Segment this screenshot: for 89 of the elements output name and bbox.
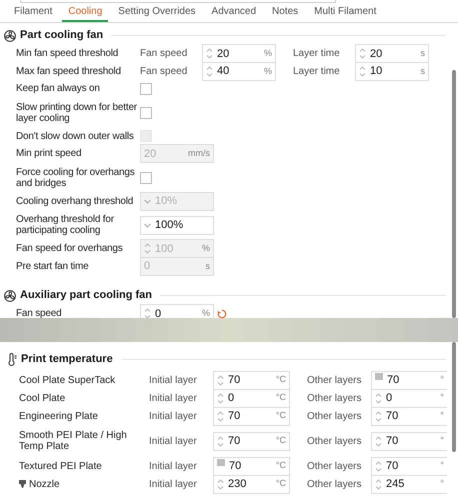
chevron-icon [144, 198, 151, 204]
field-label: Fan speed for overhangs [16, 243, 124, 254]
field-caption: Layer time [293, 64, 341, 79]
field-caption: Fan speed [140, 47, 188, 62]
lock-icon [375, 372, 383, 380]
number-field[interactable]: 70 ° [371, 432, 447, 450]
field-caption: Initial layer [149, 392, 198, 406]
field-caption: Other layers [307, 478, 362, 492]
number-field[interactable]: 70 °C [213, 456, 290, 476]
field-caption: Other layers [307, 374, 362, 388]
tab[interactable]: Multi Filament [308, 2, 382, 22]
tab[interactable]: Filament [8, 2, 58, 22]
number-field[interactable]: 20 % [202, 44, 276, 64]
spinner-icon[interactable] [375, 410, 382, 422]
field-label: Keep fan always on [16, 83, 101, 94]
field-label: Max fan speed threshold [16, 66, 122, 77]
field-label: Overhang threshold for participating cooling [16, 214, 115, 236]
field-label: Min fan speed threshold [16, 48, 120, 60]
tab[interactable]: Setting Overrides [112, 2, 202, 22]
number-field[interactable]: 70 ° [371, 456, 447, 476]
number-field[interactable]: 10 s [355, 62, 429, 81]
number-field[interactable]: 245 ° [371, 474, 447, 494]
spinner-icon[interactable] [375, 478, 382, 490]
field-caption: Initial layer [149, 434, 198, 448]
spinner-icon[interactable] [217, 392, 224, 404]
field-caption: Other layers [307, 460, 362, 474]
thermometer-icon [8, 353, 17, 366]
checkbox[interactable] [140, 82, 152, 95]
tab[interactable]: Cooling [62, 2, 108, 22]
field-caption: Other layers [307, 392, 362, 406]
number-field[interactable]: 70 ° [371, 370, 447, 390]
section-title: Print temperature [21, 352, 113, 368]
nozzle-icon [19, 480, 26, 488]
field-label: Force cooling for overhangs and bridges [16, 166, 136, 188]
field-caption: Initial layer [149, 410, 198, 424]
dropdown[interactable]: 100% [140, 216, 214, 234]
tab[interactable]: Advanced [206, 2, 262, 22]
spinner-icon[interactable] [217, 410, 224, 422]
number-field[interactable]: 230 °C [213, 474, 290, 494]
field-label: Cooling overhang threshold [16, 196, 134, 207]
scrollbar[interactable] [452, 342, 456, 452]
field-label: Engineering Plate [19, 410, 98, 422]
spinner-icon[interactable] [144, 307, 151, 318]
spinner-icon[interactable] [206, 47, 213, 60]
field-caption: Fan speed [140, 64, 188, 79]
field-label: Textured PEI Plate [19, 460, 102, 472]
spinner-icon[interactable] [217, 434, 224, 448]
number-field[interactable]: 0 % [140, 304, 214, 318]
field-caption: Initial layer [149, 478, 198, 492]
field-caption: Initial layer [149, 460, 198, 474]
tab[interactable]: Notes [266, 2, 304, 22]
field-caption: Other layers [307, 410, 362, 424]
fan-icon [4, 290, 16, 302]
field-label: Cool Plate [19, 392, 66, 404]
number-field[interactable]: 70 °C [213, 432, 290, 450]
spinner-icon[interactable] [375, 434, 382, 448]
section-title: Auxiliary part cooling fan [20, 288, 152, 304]
spinner-icon[interactable] [375, 460, 382, 472]
field-label: Nozzle [29, 478, 60, 490]
field-label: Don't slow down outer walls [16, 130, 135, 142]
scrollbar[interactable] [452, 70, 456, 318]
spinner-icon[interactable] [217, 374, 224, 386]
fan-icon [4, 30, 16, 42]
field-label: Pre start fan time [16, 260, 90, 272]
reset-icon[interactable] [217, 308, 227, 318]
spinner-icon[interactable] [217, 478, 224, 490]
number-field[interactable]: 70 °C [213, 370, 290, 390]
spinner-icon[interactable] [359, 64, 366, 78]
spinner-icon[interactable] [359, 47, 366, 60]
number-field[interactable]: 70 °C [213, 406, 290, 426]
chevron-icon [144, 222, 151, 228]
number-field[interactable]: 0 °C [213, 388, 290, 408]
field-label: Smooth PEI Plate / High Temp Plate [19, 430, 128, 452]
field-label: Cool Plate SuperTack [19, 374, 116, 386]
field-label: Slow printing down for better layer cooling [16, 102, 138, 124]
spinner-icon[interactable] [206, 64, 213, 78]
spinner-icon[interactable] [375, 392, 382, 404]
number-field[interactable]: 40 % [202, 62, 276, 81]
field-caption: Initial layer [149, 374, 198, 388]
checkbox[interactable] [140, 172, 152, 184]
field-label: Fan speed [16, 308, 62, 318]
section-title: Part cooling fan [20, 28, 104, 44]
number-field[interactable]: 70 ° [371, 406, 447, 426]
field-caption: Other layers [307, 434, 362, 448]
number-field[interactable]: 20 s [355, 44, 429, 64]
lock-icon [217, 458, 225, 466]
checkbox[interactable] [140, 106, 152, 118]
field-label: Min print speed [16, 148, 82, 160]
field-caption: Layer time [293, 47, 341, 62]
